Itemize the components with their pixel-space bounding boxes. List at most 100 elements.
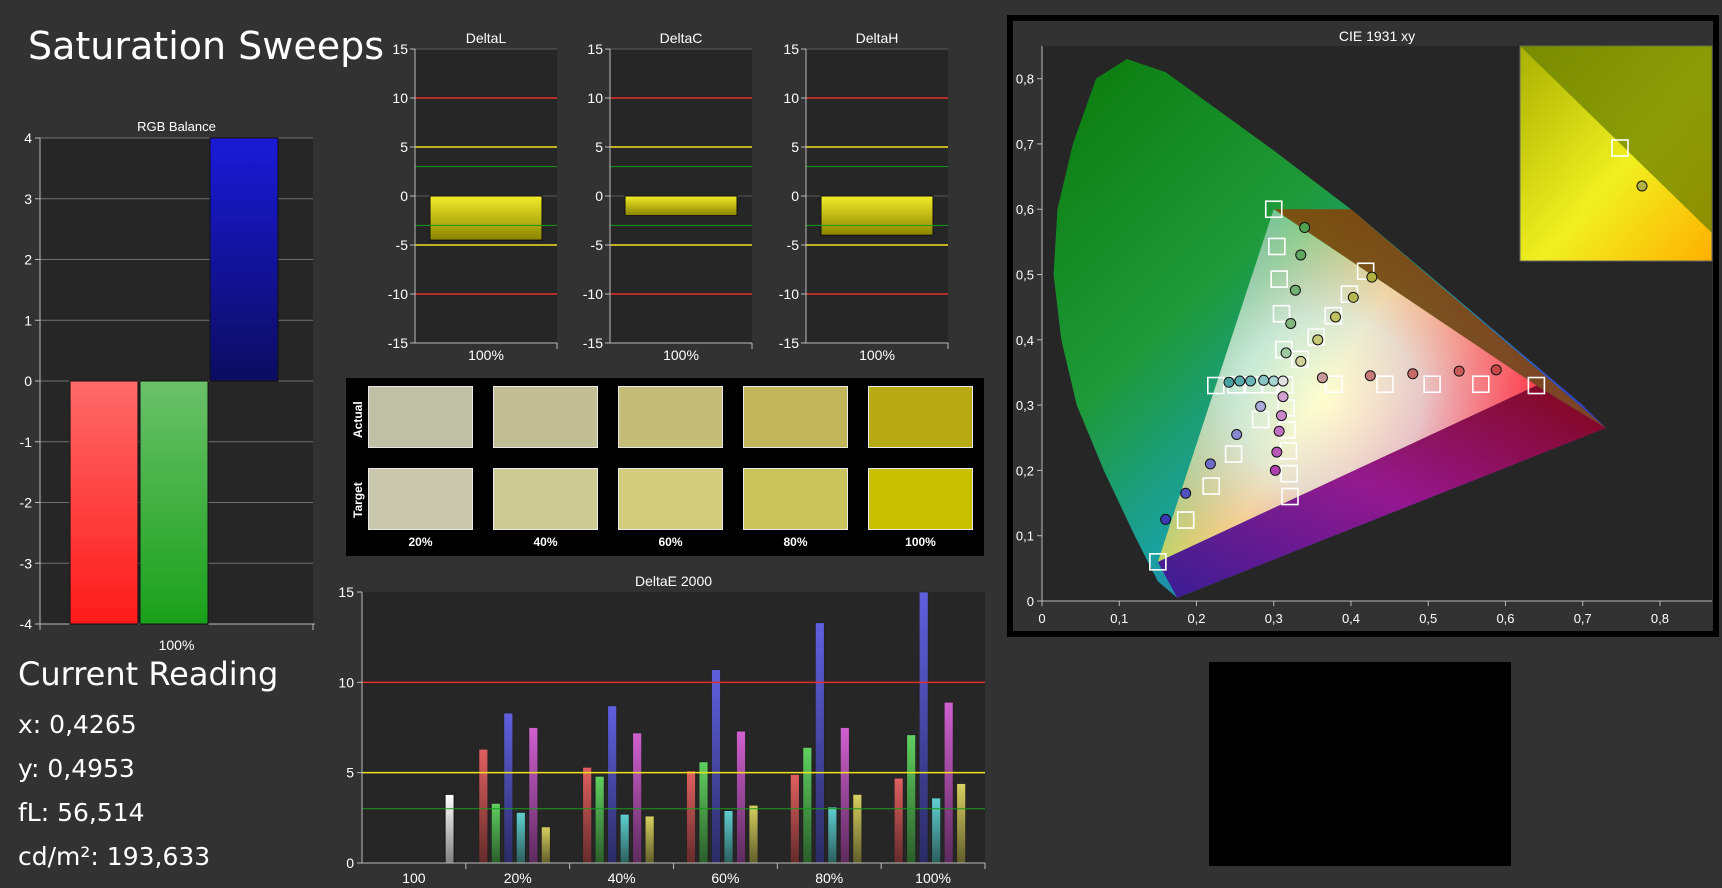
x-tick-label: 0 [1038,611,1045,626]
y-tick-label: -15 [583,335,603,351]
bar-y [748,804,759,864]
y-tick-label: -3 [20,555,33,571]
x-tick-label: 20% [504,870,532,886]
inset-measured-point [1636,180,1648,192]
measured-point [1285,318,1297,329]
bar-deltac [624,195,738,217]
target-swatch [618,468,723,530]
y-tick-label: -4 [20,616,33,632]
measured-point [1277,391,1289,403]
swatch-column-label: 100% [905,535,936,549]
bar-r [686,770,696,864]
bar-m [632,732,643,864]
y-tick-label: 5 [400,139,408,155]
delta-lch-charts: 15 10 5 0 -5 -10 -15 DeltaL 100% 15 10 5 0 -5 -10 -15 De… [388,30,949,363]
y-tick-label: -15 [388,335,408,351]
y-tick-label: 15 [587,41,603,57]
bar-c [931,797,942,864]
bar-b [918,591,929,864]
chart-title: CIE 1931 xy [1339,28,1415,44]
x-tick-label: 0,3 [1265,611,1283,626]
bar-c [723,810,734,864]
y-tick-label: 0 [791,188,799,204]
cie-1931-chart: CIE 1931 xy 0 0,1 0,2 0,3 0,4 0,5 0,6 0,7 0,8 0 0,1… [1007,15,1719,637]
measured-point [1280,347,1292,359]
x-tick-label: 100% [663,347,699,363]
measured-point [1364,370,1376,382]
panel-title: DeltaL [466,30,507,46]
panel-title: DeltaC [660,30,703,46]
y-tick-label: 2 [24,252,32,268]
x-tick-label: 0,8 [1651,611,1669,626]
page-title: Saturation Sweeps [28,24,385,68]
bar-b [503,712,514,864]
bar-m [736,730,746,864]
reading-x: x: 0,4265 [18,710,137,739]
measured-point [1275,410,1287,422]
measured-point [1347,291,1359,303]
y-tick-label: -5 [591,237,604,253]
x-tick-label: 0,1 [1110,611,1128,626]
color-swatch-table: Actual Target 20% 40% 60% 80% 100% [346,378,984,556]
measured-point [1268,375,1280,387]
y-tick-label: -10 [779,286,799,302]
bar-b [814,622,825,864]
measured-point [1277,375,1289,387]
y-tick-label: 0,5 [1016,268,1034,283]
target-swatch [868,468,973,530]
bar-r [582,766,593,864]
y-tick-label: 10 [392,90,408,106]
measured-point [1160,513,1172,525]
bar-m [943,701,954,864]
actual-swatch [618,386,723,448]
measured-point [1223,376,1235,388]
measured-point [1245,375,1257,387]
measured-point [1273,425,1285,437]
actual-swatch [868,386,973,448]
y-tick-label: 10 [338,674,354,690]
measured-point [1289,284,1301,296]
bar-b [711,669,721,864]
deltae-2000-chart: 0 5 10 15 DeltaE 2000 100 20% 40% 60% 80% 100% [338,573,986,886]
x-tick-label: 0,4 [1342,611,1360,626]
plot-area [362,592,985,863]
measured-point [1255,400,1267,412]
y-tick-label: 5 [791,139,799,155]
bar-y [540,826,551,864]
measured-point [1490,364,1502,376]
y-tick-label: 15 [783,41,799,57]
bar-deltah [820,195,934,236]
swatch-column-label: 60% [658,535,683,549]
measured-point [1231,429,1243,440]
target-swatch [743,468,848,530]
y-tick-label: -2 [20,495,33,511]
current-reading-title: Current Reading [18,655,279,693]
chart-title: DeltaE 2000 [635,573,712,589]
target-swatch [368,468,473,530]
bar-c [619,813,630,864]
bar-c [515,812,526,864]
bar-deltal [429,195,543,241]
y-tick-label: 4 [24,130,32,146]
bar-c [827,806,838,864]
measured-point [1299,222,1311,234]
reading-cdm2: cd/m²: 193,633 [18,842,211,871]
x-tick-label: 100% [468,347,504,363]
bar-g [698,761,709,864]
y-tick-label: -5 [396,237,409,253]
measured-point [1234,375,1246,387]
bar-y [852,793,863,864]
bar-g [594,775,605,864]
actual-swatch [368,386,473,448]
measured-point [1407,368,1419,380]
y-tick-label: -10 [583,286,603,302]
bar-g [802,746,813,864]
y-tick-label: -10 [388,286,408,302]
swatch-column-label: 20% [408,535,433,549]
measured-point [1295,355,1307,367]
patch-preview [1209,662,1511,866]
y-tick-label: 5 [595,139,603,155]
swatch-column-label: 80% [783,535,808,549]
x-tick-label: 60% [711,870,739,886]
measured-point [1312,334,1324,346]
